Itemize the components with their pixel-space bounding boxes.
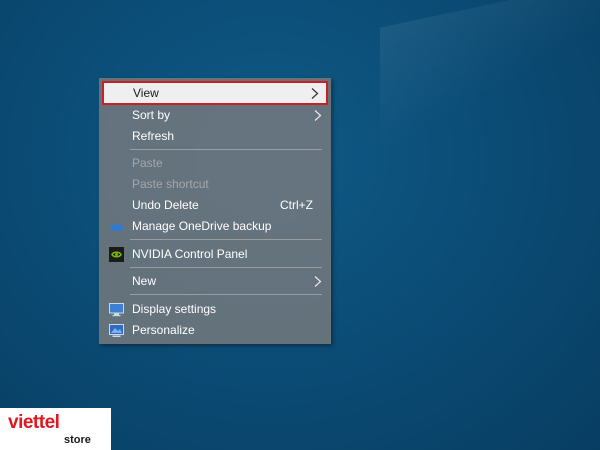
menu-item-manage-onedrive-backup[interactable]: Manage OneDrive backup [101, 216, 329, 237]
menu-item-paste-shortcut: Paste shortcut [101, 174, 329, 195]
menu-item-view[interactable]: View [102, 81, 328, 105]
menu-item-label: Paste shortcut [132, 177, 209, 191]
chevron-right-icon [311, 88, 319, 99]
display-settings-icon [109, 303, 124, 317]
logo-sub-text: store [64, 434, 91, 446]
menu-item-label: Personalize [132, 323, 195, 337]
menu-item-label: Display settings [132, 302, 217, 316]
onedrive-cloud-icon [110, 223, 124, 231]
menu-item-label: Manage OneDrive backup [132, 219, 272, 233]
menu-item-personalize[interactable]: Personalize [101, 320, 329, 341]
chevron-right-icon [314, 110, 322, 121]
menu-separator [130, 267, 322, 268]
personalize-icon [109, 324, 124, 337]
menu-separator [130, 239, 322, 240]
menu-item-label: New [132, 274, 157, 288]
menu-item-refresh[interactable]: Refresh [101, 126, 329, 147]
menu-item-label: NVIDIA Control Panel [132, 247, 248, 261]
logo-brand-text: viettel [8, 412, 60, 433]
viettel-store-logo: viettel store [0, 408, 111, 450]
menu-item-label: Refresh [132, 129, 175, 143]
menu-item-sort-by[interactable]: Sort by [101, 105, 329, 126]
menu-item-nvidia-control-panel[interactable]: NVIDIA Control Panel [101, 244, 329, 265]
menu-item-display-settings[interactable]: Display settings [101, 299, 329, 320]
menu-item-label: View [133, 86, 159, 100]
menu-item-label: Undo Delete [132, 198, 199, 212]
menu-separator [130, 294, 322, 295]
menu-item-undo-delete[interactable]: Undo Delete Ctrl+Z [101, 195, 329, 216]
menu-item-label: Paste [132, 156, 163, 170]
menu-item-label: Sort by [132, 108, 171, 122]
nvidia-icon [109, 247, 124, 262]
chevron-right-icon [314, 276, 322, 287]
menu-item-paste: Paste [101, 153, 329, 174]
desktop-context-menu: View Sort by Refresh Paste Paste shortcu… [99, 78, 331, 344]
light-beam-decoration [380, 0, 600, 148]
menu-separator [130, 149, 322, 150]
menu-item-new[interactable]: New [101, 271, 329, 292]
shortcut-label: Ctrl+Z [280, 198, 313, 212]
